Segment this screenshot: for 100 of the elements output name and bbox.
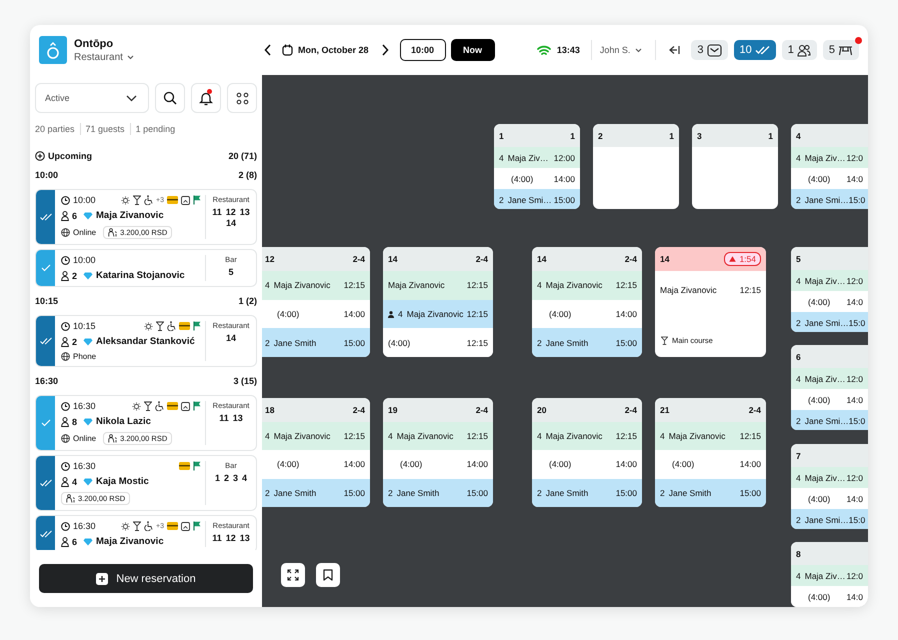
- group-count: 2 (8): [238, 169, 257, 182]
- group-time: 10:15: [35, 295, 58, 308]
- reservation-row[interactable]: 4 Maja Zivanovic 12:15: [262, 271, 370, 300]
- wifi-icon: [536, 44, 551, 56]
- reservation-time: 12:15: [466, 338, 488, 348]
- new-reservation-button[interactable]: New reservation: [39, 564, 253, 593]
- user-menu[interactable]: John S.: [600, 45, 642, 55]
- reservation-row[interactable]: 4 Maja Zivanovic 12:15: [532, 271, 642, 300]
- flag-icon: [193, 521, 201, 531]
- reservation-row[interactable]: Maja Zivanovic 12:15: [383, 271, 493, 300]
- guest-name: Jane Smith: [546, 338, 588, 348]
- sun-icon: [144, 322, 153, 330]
- bookmark-button[interactable]: [316, 563, 340, 587]
- filter-tab[interactable]: 5: [822, 40, 859, 60]
- notifications-button[interactable]: [191, 83, 222, 113]
- person-icon: [61, 336, 69, 346]
- reservation-row[interactable]: 2 Jane Smi…15:0: [791, 410, 868, 430]
- guest-name: Kaja Mostic: [96, 476, 149, 487]
- guest-name: Maja Zivanovic: [546, 431, 602, 442]
- guest-name: Jane Smith: [546, 488, 588, 498]
- reservation-row[interactable]: (4:00) 14:00: [262, 300, 370, 328]
- table-card[interactable]: 12 2-4 4 Maja Zivanovic 12:15 (4:00) 14:00 2 Jane Smith 15:00: [262, 247, 370, 357]
- table-card[interactable]: 7 4 Maja Ziv…12:0 (4:00) 14:0 2 Jane Smi…15:0: [791, 444, 868, 529]
- reservation-row[interactable]: 4 Maja Ziv…12:0: [791, 270, 868, 291]
- reservation-time: 15:00: [616, 488, 637, 498]
- table-card[interactable]: 21 2-4 4 Maja Zivanovic 12:15 (4:00) 14:00 2 Jane Smith 15:00: [655, 398, 766, 507]
- table-card[interactable]: 18 2-4 4 Maja Zivanovic 12:15 (4:00) 14:00 2 Jane Smith 15:00: [262, 398, 370, 507]
- reservation-row[interactable]: 2 Jane Smith 15:00: [262, 328, 370, 357]
- cocktail-icon: [144, 401, 152, 411]
- reservation-row[interactable]: 2 Jane Smi…15:0: [791, 189, 868, 209]
- calendar-icon: [282, 44, 293, 56]
- cocktail-icon: [156, 321, 164, 331]
- credit-card-icon: [167, 402, 178, 410]
- reservation-row[interactable]: 4 Maja Ziv… 12:00: [494, 147, 580, 168]
- reservation-row[interactable]: 2 Jane Smith 15:00: [655, 478, 766, 507]
- reservation-row[interactable]: 2 Jane Smith 15:00: [532, 478, 642, 507]
- filter-tab[interactable]: 10: [734, 40, 776, 60]
- status-dropdown[interactable]: Active: [35, 83, 150, 113]
- guest-name: Maja Zivanovic: [274, 280, 330, 290]
- filter-tab[interactable]: 1: [782, 40, 817, 60]
- reservation-time: 10:00: [73, 195, 96, 205]
- reservation-row[interactable]: 4 Maja Zivanovic 12:15: [532, 422, 642, 450]
- double-check-icon: [754, 45, 770, 55]
- next-icon[interactable]: [380, 44, 389, 56]
- table-number: 3: [697, 130, 702, 140]
- reservation-row[interactable]: 2 Jane Smi…15:0: [791, 312, 868, 332]
- guest-name: (4:00): [808, 296, 830, 306]
- venue-dropdown[interactable]: Restaurant: [74, 52, 134, 62]
- reservation-time: 14:00: [616, 309, 637, 319]
- apps-button[interactable]: [227, 83, 257, 113]
- logo-icon: [39, 36, 67, 64]
- now-button[interactable]: Now: [450, 39, 495, 61]
- reservation-row[interactable]: 4 Maja Zivanovic 12:15: [383, 422, 493, 450]
- table-card[interactable]: 3 1: [692, 124, 778, 209]
- guest-name: Maja Ziv…: [804, 152, 846, 162]
- reservation-row[interactable]: 2 Jane Smith 15:00: [262, 478, 370, 507]
- guest-name: Maja Zivanovic: [668, 431, 726, 442]
- table-card[interactable]: 20 2-4 4 Maja Zivanovic 12:15 (4:00) 14:00 2 Jane Smith 15:00: [532, 398, 642, 507]
- guest-name: (4:00): [549, 459, 572, 470]
- reservation-row[interactable]: 4 Maja Ziv…12:0: [791, 467, 868, 488]
- table-number: 7: [796, 450, 801, 460]
- table-card[interactable]: 4 4 Maja Ziv…12:0 (4:00) 14:0 2 Jane Smi…15:0: [791, 124, 868, 209]
- table-capacity: 2-4: [748, 405, 761, 415]
- reservation-row[interactable]: 4 Maja Zivanovic 12:15: [383, 300, 493, 328]
- table-card[interactable]: 19 2-4 4 Maja Zivanovic 12:15 (4:00) 14:00 2 Jane Smith 15:00: [383, 398, 493, 507]
- reservation-row[interactable]: 2 Jane Smith 15:00: [383, 478, 493, 507]
- fit-view-button[interactable]: [281, 563, 305, 587]
- reservation-row[interactable]: (4:00) 14:00: [532, 300, 642, 328]
- reservation-row[interactable]: 4 Maja Ziv…12:0: [791, 368, 868, 389]
- reservation-time: 16:30: [73, 461, 96, 471]
- party-size: 2: [660, 488, 665, 498]
- table-card[interactable]: 14 2-4 4 Maja Zivanovic 12:15 (4:00) 14:00 2 Jane Smith 15:00: [532, 247, 642, 357]
- note-icon: [181, 196, 190, 204]
- table-card[interactable]: 1 1 4 Maja Ziv… 12:00 (4:00) 14:00 2 Jane Smi… 15:00: [494, 124, 580, 209]
- collapse-icon[interactable]: [668, 45, 680, 55]
- search-button[interactable]: [155, 83, 186, 113]
- table-card[interactable]: 8 4 Maja Ziv…12:0 (4:00) 14:0: [791, 542, 868, 607]
- table-card[interactable]: 5 4 Maja Ziv…12:0 (4:00) 14:0 2 Jane Smi…15:0: [791, 247, 868, 332]
- table-card[interactable]: 2 1: [593, 124, 679, 209]
- reservation-row[interactable]: 2 Jane Smi…15:0: [791, 509, 868, 529]
- reservation-row[interactable]: 2 Jane Smi… 15:00: [494, 189, 580, 209]
- reservation-time: 12:00: [554, 152, 575, 162]
- reservation-row[interactable]: 4 Maja Zivanovic 12:15: [262, 422, 370, 450]
- reservation-row[interactable]: 4 Maja Ziv…12:0: [791, 147, 868, 168]
- reservation-row[interactable]: 4 Maja Zivanovic 12:15: [655, 422, 766, 450]
- table-card[interactable]: 6 4 Maja Ziv…12:0 (4:00) 14:0 2 Jane Smi…15:0: [791, 345, 868, 430]
- table-number: 4: [796, 130, 801, 140]
- reservation-row[interactable]: 2 Jane Smith 15:00: [532, 328, 642, 357]
- reservation-row[interactable]: 4 Maja Ziv…12:0: [791, 565, 868, 586]
- table-card[interactable]: 14 2-4 Maja Zivanovic 12:15 4 Maja Zivanovic 12:15 (4:00) 12:15: [383, 247, 493, 357]
- guest-name: Jane Smith: [274, 338, 316, 348]
- table-number: 13: [232, 413, 243, 423]
- flag-icon: [193, 401, 201, 411]
- filter-tab[interactable]: 3: [691, 40, 728, 60]
- party-size: 4: [499, 152, 504, 162]
- reservation-time: 14:0: [846, 494, 863, 504]
- previous-icon[interactable]: [264, 44, 272, 56]
- reservation-time: 10:00: [73, 255, 96, 265]
- wheelchair-icon: [144, 195, 154, 205]
- time-button[interactable]: 10:00: [400, 39, 446, 61]
